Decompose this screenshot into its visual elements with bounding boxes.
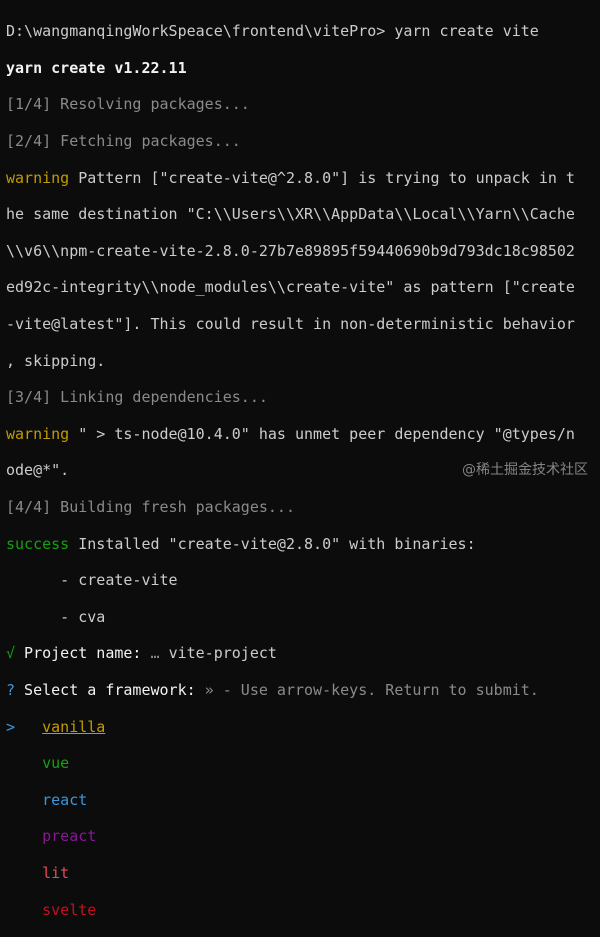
step-linking: [3/4] Linking dependencies...: [6, 388, 268, 407]
framework-option-lit[interactable]: lit: [6, 864, 600, 882]
terminal-window[interactable]: D:\wangmanqingWorkSpeace\frontend\vitePr…: [0, 0, 600, 919]
prompt-line: D:\wangmanqingWorkSpeace\frontend\vitePr…: [6, 22, 539, 41]
option-label: vanilla: [42, 717, 106, 736]
framework-option-vue[interactable]: vue: [6, 754, 600, 772]
framework-option-react[interactable]: react: [6, 791, 600, 809]
success-line: success Installed "create-vite@2.8.0" wi…: [6, 535, 600, 553]
option-label: react: [42, 790, 88, 809]
check-icon: √: [6, 644, 16, 663]
option-label: preact: [42, 827, 97, 846]
warning-line-3: \\v6\\npm-create-vite-2.8.0-27b7e89895f5…: [6, 241, 575, 260]
warning-line-6: , skipping.: [6, 351, 106, 370]
question-icon: ?: [6, 680, 16, 699]
option-label: vue: [42, 754, 70, 773]
warning-line-4: ed92c-integrity\\node_modules\\create-vi…: [6, 278, 575, 297]
project-name-ellipsis: …: [150, 644, 169, 663]
warning-tag: warning: [6, 424, 70, 443]
warning2-line-1: warning " > ts-node@10.4.0" has unmet pe…: [6, 425, 600, 443]
framework-label: Select a framework:: [15, 680, 205, 699]
framework-option-preact[interactable]: preact: [6, 827, 600, 845]
binary-cva: - cva: [6, 607, 106, 626]
warning-line-5: -vite@latest"]. This could result in non…: [6, 315, 575, 334]
warning-line-1: warning Pattern ["create-vite@^2.8.0"] i…: [6, 169, 600, 187]
project-name-line: √ Project name: … vite-project: [6, 644, 600, 662]
selection-cursor-icon: >: [6, 717, 16, 736]
warning-tag: warning: [6, 168, 70, 187]
step-fetching: [2/4] Fetching packages...: [6, 132, 241, 151]
option-label: lit: [42, 863, 70, 882]
framework-hint: » - Use arrow-keys. Return to submit.: [204, 680, 539, 699]
framework-option-svelte[interactable]: svelte: [6, 901, 600, 919]
yarn-version-line: yarn create v1.22.11: [6, 58, 187, 77]
success-text: Installed "create-vite@2.8.0" with binar…: [69, 534, 476, 553]
warning-text: Pattern ["create-vite@^2.8.0"] is trying…: [69, 168, 575, 187]
framework-prompt-line: ? Select a framework: » - Use arrow-keys…: [6, 681, 600, 699]
framework-option-vanilla[interactable]: > vanilla: [6, 718, 600, 736]
project-name-label: Project name:: [15, 644, 151, 663]
step-resolving: [1/4] Resolving packages...: [6, 95, 250, 114]
success-tag: success: [6, 534, 70, 553]
warning-text: " > ts-node@10.4.0" has unmet peer depen…: [69, 424, 575, 443]
step-building: [4/4] Building fresh packages...: [6, 498, 295, 517]
option-label: svelte: [42, 900, 97, 919]
warning-line-2: he same destination "C:\\Users\\XR\\AppD…: [6, 205, 575, 224]
watermark: @稀土掘金技术社区: [462, 462, 588, 478]
project-name-value: vite-project: [168, 644, 277, 663]
binary-create-vite: - create-vite: [6, 571, 178, 590]
